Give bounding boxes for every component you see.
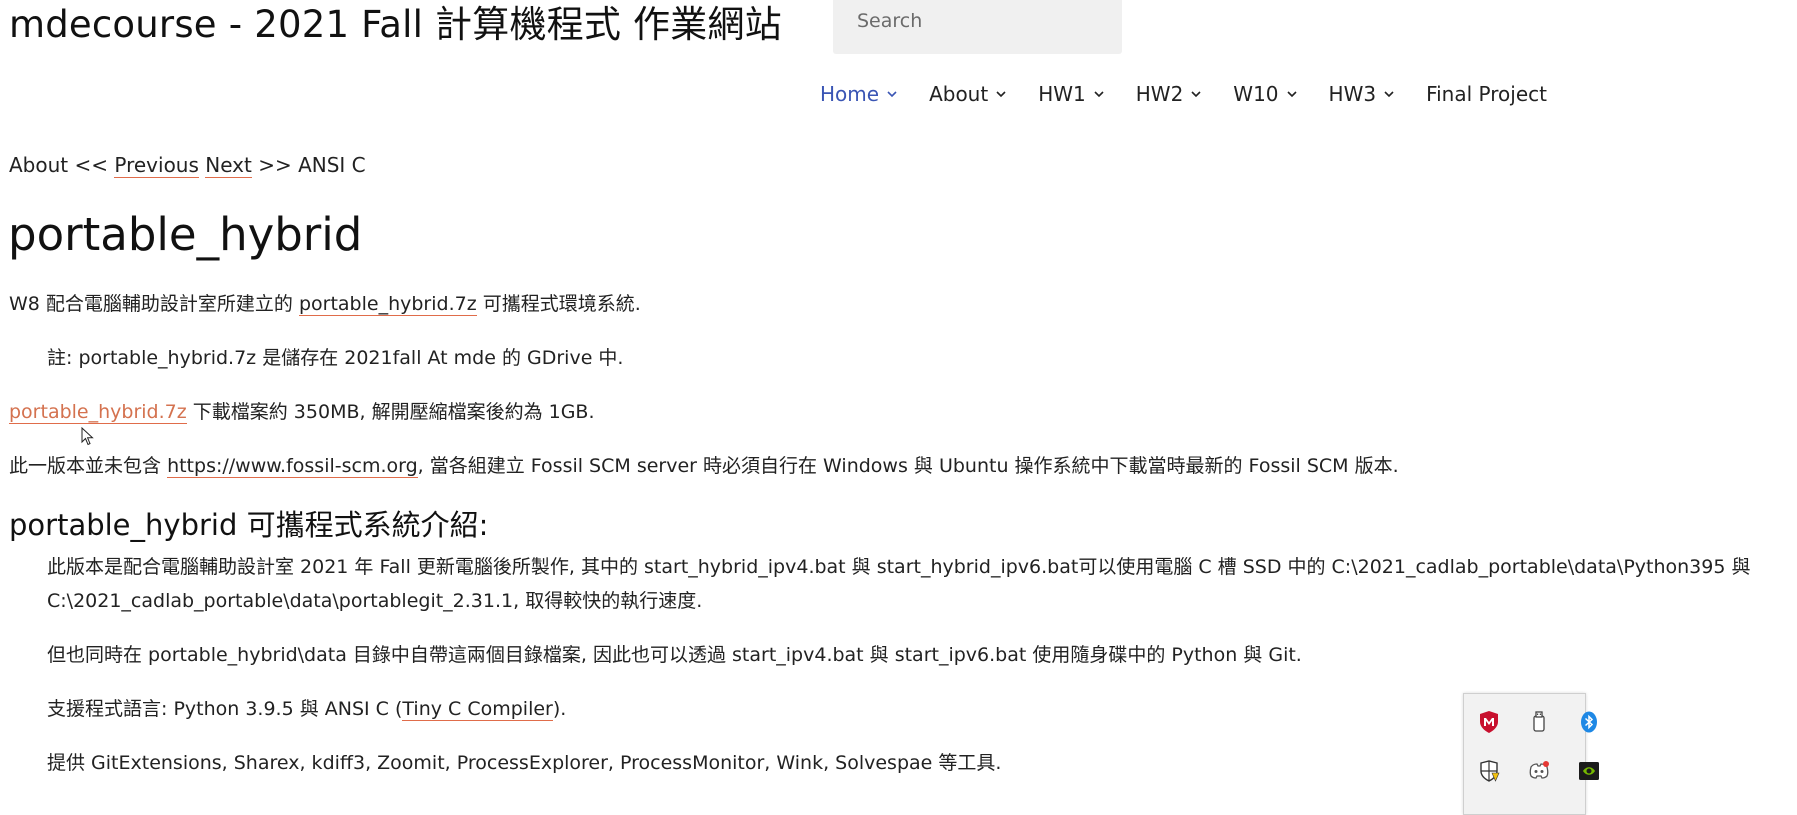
nav-item-about[interactable]: About: [929, 82, 1007, 106]
previous-link[interactable]: Previous: [114, 153, 199, 178]
paragraph-3: 支援程式語言: Python 3.9.5 與 ANSI C (Tiny C Co…: [47, 694, 566, 721]
main-nav: Home About HW1 HW2 W10 HW3 Final Project: [820, 82, 1578, 106]
nav-item-hw2[interactable]: HW2: [1136, 82, 1203, 106]
page-title: portable_hybrid: [8, 208, 363, 261]
section-title: portable_hybrid 可攜程式系統介紹:: [9, 508, 489, 542]
fossil-paragraph: 此一版本並未包含 https://www.fossil-scm.org, 當各組…: [9, 451, 1399, 478]
nav-item-hw3[interactable]: HW3: [1329, 82, 1396, 106]
intro-text-end: 可攜程式環境系統.: [482, 293, 641, 315]
paragraph-1-line-2: C:\2021_cadlab_portable\data\portablegit…: [47, 590, 703, 612]
mcafee-icon[interactable]: [1478, 711, 1500, 733]
fossil-text-end: , 當各組建立 Fossil SCM server 時必須自行在 Windows…: [417, 455, 1399, 477]
paragraph-2: 但也同時在 portable_hybrid\data 目錄中自帶這兩個目錄檔案,…: [47, 644, 1302, 666]
nav-label: Final Project: [1426, 82, 1547, 106]
mouse-cursor-icon: [81, 427, 94, 446]
fossil-link[interactable]: https://www.fossil-scm.org: [167, 455, 418, 478]
chevron-down-icon: [1093, 88, 1105, 100]
download-paragraph: portable_hybrid.7z 下載檔案約 350MB, 解開壓縮檔案後約…: [9, 397, 595, 424]
search-input[interactable]: [857, 0, 1117, 46]
chevron-down-icon: [1383, 88, 1395, 100]
system-tray-overflow: [1463, 693, 1599, 815]
nav-label: HW1: [1038, 82, 1086, 106]
nav-item-home[interactable]: Home: [820, 82, 898, 106]
next-link[interactable]: Next: [205, 153, 252, 178]
languages-text-end: ).: [552, 698, 567, 720]
usb-drive-icon[interactable]: [1528, 711, 1550, 733]
download-text: 下載檔案約 350MB, 解開壓縮檔案後約為 1GB.: [192, 401, 595, 423]
download-link[interactable]: portable_hybrid.7z: [9, 401, 187, 424]
nav-label: W10: [1233, 82, 1279, 106]
bluetooth-icon[interactable]: [1578, 711, 1600, 733]
portable-hybrid-link[interactable]: portable_hybrid.7z: [298, 293, 477, 316]
nav-label: HW3: [1328, 82, 1377, 106]
chevron-down-icon: [1190, 88, 1202, 100]
paragraph-4: 提供 GitExtensions, Sharex, kdiff3, Zoomit…: [47, 752, 1002, 774]
breadcrumb-suffix: >> ANSI C: [258, 153, 366, 177]
intro-text: W8 配合電腦輔助設計室所建立的: [9, 293, 293, 315]
windows-security-icon[interactable]: [1478, 760, 1500, 782]
site-title[interactable]: mdecourse - 2021 Fall 計算機程式 作業網站: [9, 0, 782, 48]
fossil-text: 此一版本並未包含: [9, 455, 162, 477]
nav-item-w10[interactable]: W10: [1233, 82, 1297, 106]
nav-label: About: [929, 82, 989, 106]
breadcrumb-prefix: About <<: [9, 153, 109, 177]
nvidia-icon[interactable]: [1578, 760, 1600, 782]
nav-label: Home: [820, 82, 880, 106]
tiny-c-compiler-link[interactable]: Tiny C Compiler: [402, 698, 553, 721]
note-paragraph: 註: portable_hybrid.7z 是儲存在 2021fall At m…: [47, 347, 624, 369]
discord-icon[interactable]: [1528, 760, 1550, 782]
nav-label: HW2: [1135, 82, 1184, 106]
paragraph-1-line-1: 此版本是配合電腦輔助設計室 2021 年 Fall 更新電腦後所製作, 其中的 …: [47, 556, 1751, 578]
search-box[interactable]: [833, 0, 1122, 54]
breadcrumb: About << Previous Next >> ANSI C: [9, 153, 366, 178]
nav-item-final-project[interactable]: Final Project: [1426, 82, 1547, 106]
languages-text: 支援程式語言: Python 3.9.5 與 ANSI C (: [47, 698, 403, 720]
intro-paragraph: W8 配合電腦輔助設計室所建立的 portable_hybrid.7z 可攜程式…: [9, 289, 641, 316]
chevron-down-icon: [995, 88, 1007, 100]
nav-item-hw1[interactable]: HW1: [1038, 82, 1105, 106]
chevron-down-icon: [1286, 88, 1298, 100]
chevron-down-icon: [886, 88, 898, 100]
